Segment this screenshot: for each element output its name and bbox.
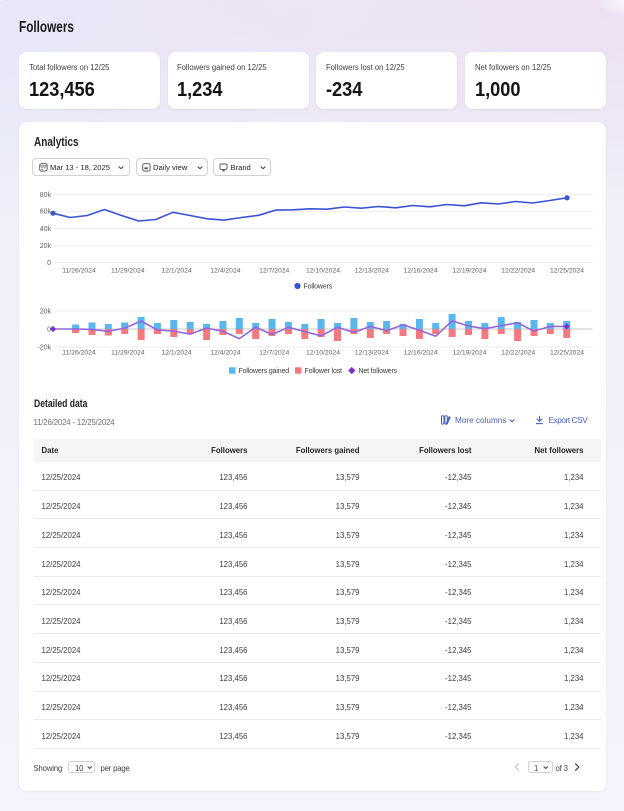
svg-text:Followers gained: Followers gained xyxy=(239,368,290,375)
svg-text:0: 0 xyxy=(47,260,51,267)
svg-text:40k: 40k xyxy=(40,226,52,233)
svg-text:11/26/2024: 11/26/2024 xyxy=(62,350,96,357)
svg-text:Net followers: Net followers xyxy=(359,368,398,375)
svg-text:Followers: Followers xyxy=(304,284,333,291)
svg-text:12/19/2024: 12/19/2024 xyxy=(452,350,486,357)
svg-text:12/22/2024: 12/22/2024 xyxy=(501,350,535,357)
svg-text:12/1/2024: 12/1/2024 xyxy=(161,268,191,275)
svg-text:12/4/2024: 12/4/2024 xyxy=(210,268,240,275)
svg-text:12/22/2024: 12/22/2024 xyxy=(501,268,535,275)
svg-text:12/13/2024: 12/13/2024 xyxy=(355,268,389,275)
svg-text:12/16/2024: 12/16/2024 xyxy=(404,268,438,275)
svg-text:Follower lost: Follower lost xyxy=(305,368,343,375)
svg-text:60k: 60k xyxy=(40,209,52,216)
svg-text:20k: 20k xyxy=(40,308,52,315)
svg-text:11/26/2024: 11/26/2024 xyxy=(62,268,96,275)
svg-text:12/4/2024: 12/4/2024 xyxy=(210,350,240,357)
svg-text:12/25/2024: 12/25/2024 xyxy=(550,268,584,275)
svg-text:12/10/2024: 12/10/2024 xyxy=(306,268,340,275)
svg-text:12/1/2024: 12/1/2024 xyxy=(161,350,191,357)
svg-text:12/16/2024: 12/16/2024 xyxy=(404,350,438,357)
svg-text:12/25/2024: 12/25/2024 xyxy=(550,350,584,357)
svg-text:-20k: -20k xyxy=(37,344,51,351)
svg-text:12/7/2024: 12/7/2024 xyxy=(259,350,289,357)
svg-text:20k: 20k xyxy=(40,243,52,250)
svg-text:11/29/2024: 11/29/2024 xyxy=(111,350,145,357)
svg-text:0: 0 xyxy=(47,326,51,333)
svg-text:12/10/2024: 12/10/2024 xyxy=(306,350,340,357)
svg-text:80k: 80k xyxy=(40,192,52,199)
svg-text:11/29/2024: 11/29/2024 xyxy=(111,268,145,275)
svg-text:12/7/2024: 12/7/2024 xyxy=(259,268,289,275)
svg-text:12/19/2024: 12/19/2024 xyxy=(452,268,486,275)
svg-text:12/13/2024: 12/13/2024 xyxy=(355,350,389,357)
